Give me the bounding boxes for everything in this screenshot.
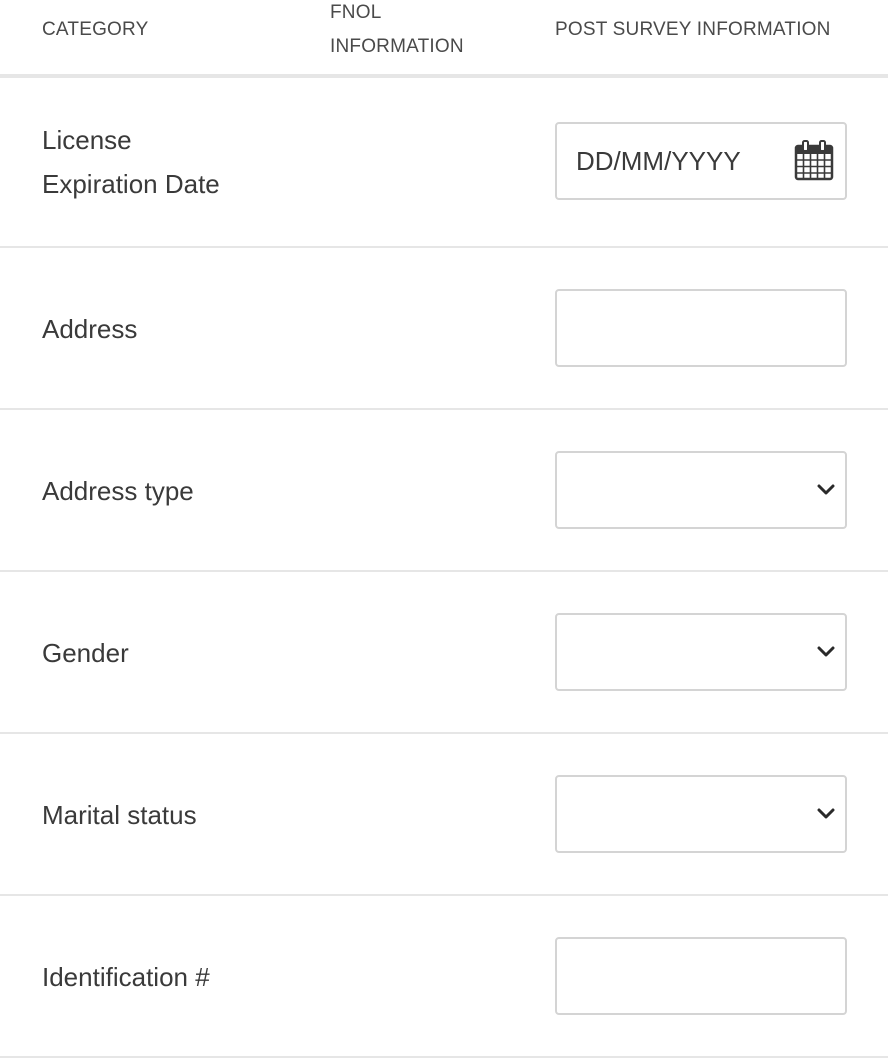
table-row-gender: Gender [0,572,888,734]
row-label-address-type: Address type [42,476,194,506]
marital-status-select[interactable] [555,775,847,853]
column-header-fnol: FNOL INFORMATION [330,0,490,64]
column-header-fnol-line2: INFORMATION [330,36,464,57]
row-label-identification: Identification # [42,962,210,992]
gender-select[interactable] [555,613,847,691]
column-header-post-survey: POST SURVEY INFORMATION [555,19,831,40]
row-label-line2: Expiration Date [42,169,220,199]
table-row-address-type: Address type [0,410,888,572]
address-input[interactable] [555,289,847,367]
table-row-marital-status: Marital status [0,734,888,896]
identification-input[interactable] [555,937,847,1015]
table-header: CATEGORY FNOL INFORMATION POST SURVEY IN… [0,0,888,78]
chevron-down-icon [817,484,835,495]
row-label-marital-status: Marital status [42,800,197,830]
calendar-icon[interactable] [792,139,836,183]
column-header-category: CATEGORY [42,19,149,40]
license-expiration-date-input[interactable]: DD/MM/YYYY [555,122,847,200]
table-row-identification: Identification # [0,896,888,1058]
row-label-line1: License [42,125,132,155]
chevron-down-icon [817,646,835,657]
column-header-fnol-line1: FNOL [330,2,382,23]
address-type-select[interactable] [555,451,847,529]
table-row-license-expiration: License Expiration Date DD/MM/YYYY [0,78,888,248]
date-placeholder: DD/MM/YYYY [576,146,741,176]
table-row-address: Address [0,248,888,410]
row-label-address: Address [42,314,138,344]
chevron-down-icon [817,808,835,819]
row-label-gender: Gender [42,638,129,668]
row-label-license-expiration: License Expiration Date [42,118,220,206]
